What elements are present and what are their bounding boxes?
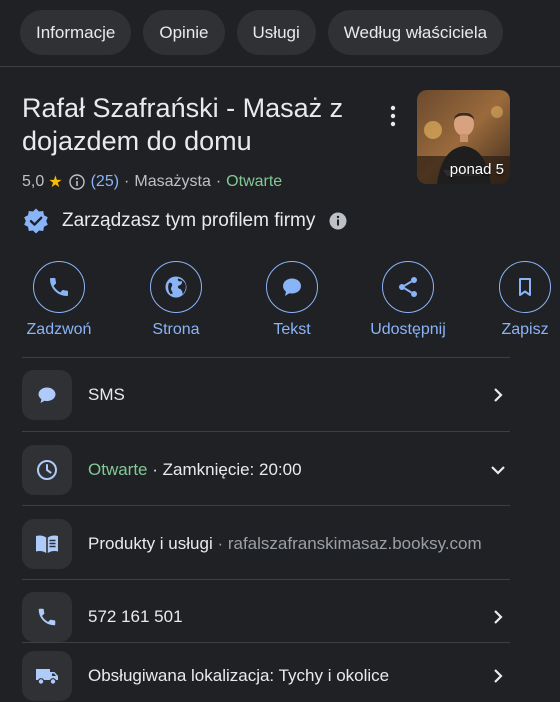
products-text: Produkty i usługi · rafalszafranskimasaz… bbox=[88, 534, 510, 554]
business-category: Masażysta bbox=[134, 173, 211, 190]
divider bbox=[22, 431, 510, 432]
tab-informacje[interactable]: Informacje bbox=[20, 10, 132, 55]
globe-icon bbox=[150, 261, 202, 313]
sms-row[interactable]: SMS bbox=[22, 369, 510, 421]
business-photo[interactable]: ponad 5 bbox=[417, 90, 510, 184]
service-area-row[interactable]: Obsługiwana lokalizacja: Tychy i okolice bbox=[22, 650, 510, 702]
clock-icon bbox=[22, 445, 72, 495]
chevron-right-icon bbox=[486, 383, 510, 407]
products-label: Produkty i usługi bbox=[88, 534, 213, 553]
info-icon[interactable] bbox=[329, 212, 347, 230]
phone-icon bbox=[22, 592, 72, 642]
action-bar: Zadzwoń Strona Tekst Udostępnij Zapisz bbox=[0, 261, 560, 341]
text-button[interactable]: Tekst bbox=[237, 261, 347, 339]
chat-bubble-icon bbox=[22, 370, 72, 420]
star-icon: ★ bbox=[48, 174, 63, 191]
chat-bubble-icon bbox=[266, 261, 318, 313]
phone-row[interactable]: 572 161 501 bbox=[22, 591, 510, 643]
divider bbox=[22, 579, 510, 580]
products-row[interactable]: Produkty i usługi · rafalszafranskimasaz… bbox=[22, 518, 510, 570]
verified-badge-icon bbox=[22, 207, 50, 235]
divider bbox=[0, 66, 560, 67]
tab-bar: Informacje Opinie Usługi Według właścici… bbox=[20, 10, 504, 55]
share-button[interactable]: Udostępnij bbox=[353, 261, 463, 339]
save-label: Zapisz bbox=[501, 321, 549, 338]
hours-row[interactable]: Otwarte · Zamknięcie: 20:00 bbox=[22, 444, 510, 496]
chevron-down-icon bbox=[486, 458, 510, 482]
tab-uslugi[interactable]: Usługi bbox=[236, 10, 316, 55]
chevron-right-icon bbox=[486, 664, 510, 688]
tab-opinie[interactable]: Opinie bbox=[143, 10, 225, 55]
rating-value: 5,0 bbox=[22, 173, 45, 190]
phone-icon bbox=[33, 261, 85, 313]
hours-text: Otwarte · Zamknięcie: 20:00 bbox=[88, 460, 486, 480]
tab-wedlug-wlasciciela[interactable]: Według właściciela bbox=[327, 10, 504, 55]
separator: · bbox=[215, 173, 222, 190]
share-label: Udostępnij bbox=[370, 321, 446, 338]
separator: · bbox=[212, 534, 228, 553]
booking-link[interactable]: rafalszafranskimasaz.booksy.com bbox=[228, 534, 482, 553]
website-button[interactable]: Strona bbox=[121, 261, 231, 339]
separator: · bbox=[124, 173, 130, 190]
more-options-icon[interactable] bbox=[386, 104, 400, 128]
phone-number: 572 161 501 bbox=[88, 607, 183, 626]
call-label: Zadzwoń bbox=[26, 321, 92, 338]
closing-time: · Zamknięcie: 20:00 bbox=[147, 460, 302, 479]
managed-profile-text: Zarządzasz tym profilem firmy bbox=[62, 210, 316, 231]
business-meta: 5,0 ★ (25) · Masażysta · Otwarte bbox=[22, 172, 282, 192]
sms-label: SMS bbox=[88, 385, 125, 404]
website-label: Strona bbox=[152, 321, 200, 338]
share-icon bbox=[382, 261, 434, 313]
business-title: Rafał Szafrański - Masaż z dojazdem do d… bbox=[22, 93, 344, 156]
book-icon bbox=[22, 519, 72, 569]
chevron-right-icon bbox=[486, 605, 510, 629]
review-count[interactable]: (25) bbox=[91, 173, 119, 191]
divider bbox=[22, 505, 510, 506]
managed-profile: Zarządzasz tym profilem firmy bbox=[22, 207, 347, 235]
save-button[interactable]: Zapisz bbox=[470, 261, 560, 339]
truck-icon bbox=[22, 651, 72, 701]
service-area-text: Obsługiwana lokalizacja: Tychy i okolice bbox=[88, 666, 390, 685]
open-status: Otwarte bbox=[226, 173, 283, 190]
hours-status: Otwarte bbox=[88, 460, 148, 479]
info-icon[interactable] bbox=[68, 174, 85, 190]
bookmark-icon bbox=[499, 261, 551, 313]
call-button[interactable]: Zadzwoń bbox=[4, 261, 114, 339]
text-label: Tekst bbox=[273, 321, 311, 338]
photo-count-label: ponad 5 bbox=[449, 161, 504, 178]
divider bbox=[22, 357, 510, 358]
